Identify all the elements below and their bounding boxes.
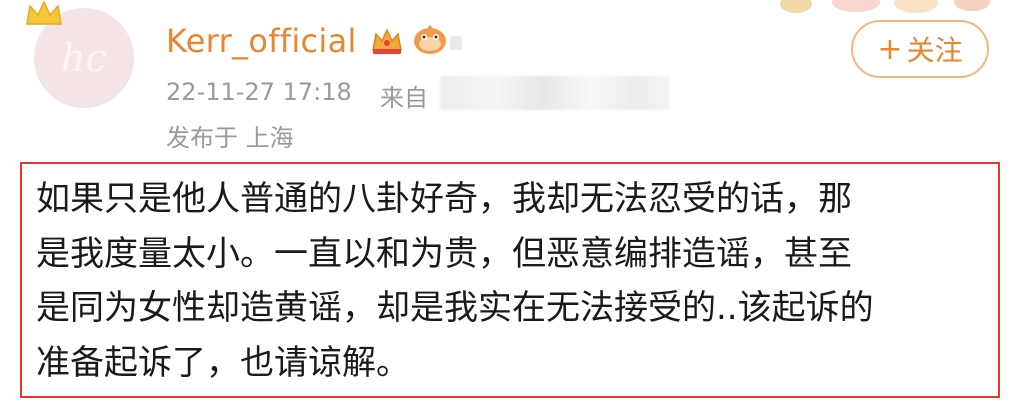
follow-button[interactable]: + 关注 (851, 20, 989, 78)
post-line: 如果只是他人普通的八卦好奇，我却无法忍受的话，那 (36, 179, 852, 219)
post-content[interactable]: 如果只是他人普通的八卦好奇，我却无法忍受的话，那 是我度量太小。一直以和为贵，但恶… (36, 172, 996, 390)
blurred-source (440, 76, 670, 110)
post-location: 发布于 上海 (166, 124, 294, 152)
post-line: 是同为女性却造黄谣，却是我实在无法接受的..该起诉的 (36, 288, 874, 328)
post-timestamp: 22-11-27 17:18 (166, 78, 352, 106)
follow-label: 关注 (906, 34, 963, 67)
username[interactable]: Kerr_official (166, 22, 357, 60)
vip-crown-icon[interactable] (370, 26, 404, 56)
blurred-badge (450, 36, 462, 50)
crown-icon (26, 0, 62, 25)
plus-icon: + (877, 31, 903, 67)
post-line: 是我度量太小。一直以和为贵，但恶意编排造谣，甚至 (36, 233, 852, 274)
decorative-sticker-icon (780, 0, 990, 13)
post-source-label: 来自 (380, 84, 428, 112)
avatar-initials: hc (61, 36, 107, 80)
post-line: 准备起诉了，也请谅解。 (36, 342, 410, 383)
fish-badge-icon[interactable] (410, 22, 450, 56)
